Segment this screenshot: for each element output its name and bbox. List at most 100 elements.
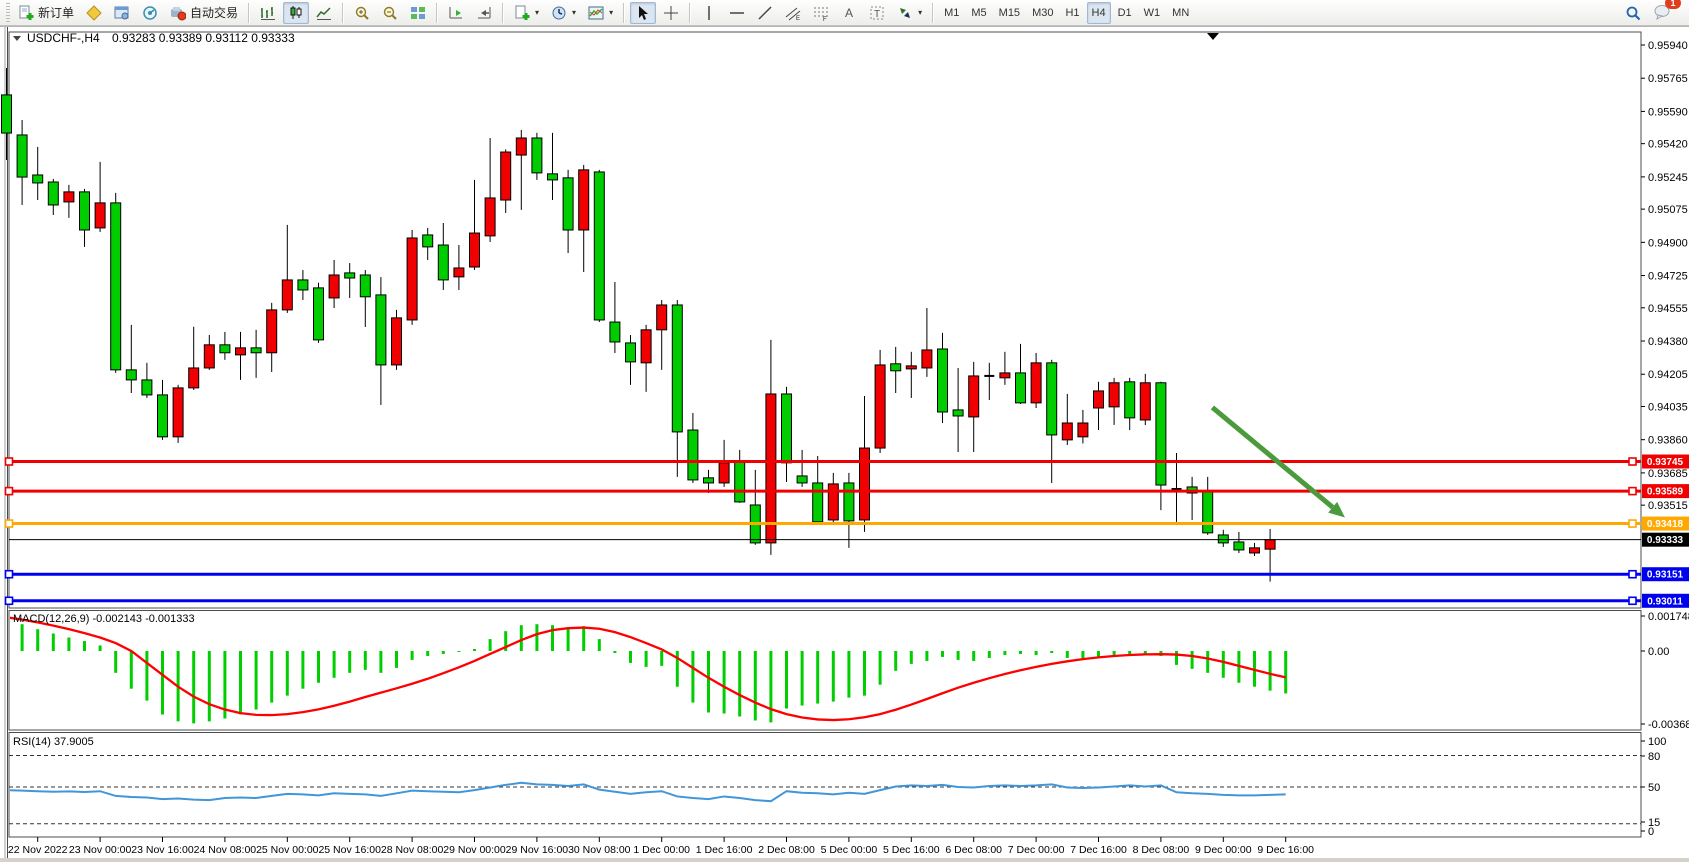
hline-handle[interactable] bbox=[1629, 488, 1636, 495]
timeframe-M5[interactable]: M5 bbox=[966, 2, 991, 24]
fibonacci-tool-button[interactable]: F bbox=[808, 2, 834, 24]
text-tool-button[interactable]: A bbox=[836, 2, 862, 24]
svg-text:0.93685: 0.93685 bbox=[1648, 468, 1688, 480]
trendline-icon bbox=[757, 5, 773, 21]
auto-trading-label: 自动交易 bbox=[190, 4, 238, 21]
indicator-template-button[interactable]: ▾ bbox=[583, 2, 618, 24]
arrows-tool-button[interactable]: ▾ bbox=[892, 2, 927, 24]
equidistant-channel-tool-button[interactable]: E bbox=[780, 2, 806, 24]
mt4-terminal: 0.959400.957650.955900.954200.952450.950… bbox=[0, 0, 1689, 862]
arrows-icon bbox=[897, 5, 913, 21]
svg-text:29 Nov 16:00: 29 Nov 16:00 bbox=[506, 844, 569, 856]
chart-area[interactable]: 0.959400.957650.955900.954200.952450.950… bbox=[0, 0, 1689, 862]
timeframe-M15[interactable]: M15 bbox=[994, 2, 1025, 24]
hline-handle[interactable] bbox=[6, 571, 13, 578]
timeframe-M1[interactable]: M1 bbox=[939, 2, 964, 24]
hline-handle[interactable] bbox=[6, 597, 13, 604]
zoom-in-icon bbox=[354, 5, 370, 21]
svg-text:8 Dec 08:00: 8 Dec 08:00 bbox=[1133, 844, 1190, 856]
crosshair-icon bbox=[663, 5, 679, 21]
timeframe-H1[interactable]: H1 bbox=[1060, 2, 1084, 24]
hline-handle[interactable] bbox=[1629, 520, 1636, 527]
toolbar-separator bbox=[502, 3, 504, 23]
svg-text:F: F bbox=[823, 17, 827, 21]
bar-chart-icon bbox=[260, 5, 276, 21]
svg-text:25 Nov 00:00: 25 Nov 00:00 bbox=[256, 844, 319, 856]
toolbar-separator bbox=[689, 3, 691, 23]
hline-handle[interactable] bbox=[6, 520, 13, 527]
svg-text:0.93860: 0.93860 bbox=[1648, 435, 1688, 447]
timeframe-D1[interactable]: D1 bbox=[1113, 2, 1137, 24]
timeframe-M30[interactable]: M30 bbox=[1027, 2, 1058, 24]
hline-handle[interactable] bbox=[6, 488, 13, 495]
terminal-button[interactable] bbox=[109, 2, 135, 24]
line-chart-button[interactable] bbox=[311, 2, 337, 24]
svg-text:6 Dec 08:00: 6 Dec 08:00 bbox=[945, 844, 1002, 856]
cursor-button[interactable] bbox=[630, 2, 656, 24]
new-chart-button[interactable]: ▾ bbox=[509, 2, 544, 24]
zoom-in-button[interactable] bbox=[349, 2, 375, 24]
svg-text:0.94380: 0.94380 bbox=[1648, 336, 1688, 348]
svg-text:0: 0 bbox=[1648, 826, 1654, 838]
svg-text:T: T bbox=[874, 9, 880, 20]
bar-chart-button[interactable] bbox=[255, 2, 281, 24]
new-order-button[interactable]: 新订单 bbox=[13, 2, 79, 24]
metaeditor-icon bbox=[86, 5, 102, 21]
auto-trading-button[interactable]: 自动交易 bbox=[165, 2, 243, 24]
line-chart-icon bbox=[316, 5, 332, 21]
rsi-label: RSI(14) 37.9005 bbox=[13, 736, 94, 748]
strategy-tester-button[interactable] bbox=[137, 2, 163, 24]
svg-text:0.95245: 0.95245 bbox=[1648, 172, 1688, 184]
svg-text:23 Nov 16:00: 23 Nov 16:00 bbox=[131, 844, 194, 856]
svg-text:0.95940: 0.95940 bbox=[1648, 40, 1688, 52]
svg-text:0.00: 0.00 bbox=[1648, 646, 1669, 658]
svg-text:0.95420: 0.95420 bbox=[1648, 139, 1688, 151]
zoom-out-button[interactable] bbox=[377, 2, 403, 24]
fibonacci-icon: F bbox=[813, 5, 829, 21]
search-button[interactable] bbox=[1620, 2, 1646, 24]
toolbar-separator bbox=[623, 3, 625, 23]
terminal-icon bbox=[114, 5, 130, 21]
svg-text:29 Nov 00:00: 29 Nov 00:00 bbox=[443, 844, 506, 856]
search-icon bbox=[1625, 5, 1641, 21]
svg-text:24 Nov 08:00: 24 Nov 08:00 bbox=[194, 844, 257, 856]
horizontal-line-tool-button[interactable] bbox=[724, 2, 750, 24]
tile-windows-button[interactable] bbox=[405, 2, 431, 24]
svg-text:7 Dec 16:00: 7 Dec 16:00 bbox=[1070, 844, 1127, 856]
svg-text:0.94035: 0.94035 bbox=[1648, 401, 1688, 413]
candlestick-chart-button[interactable] bbox=[283, 2, 309, 24]
svg-text:0.94900: 0.94900 bbox=[1648, 237, 1688, 249]
svg-text:2 Dec 08:00: 2 Dec 08:00 bbox=[758, 844, 815, 856]
text-label-tool-button[interactable]: T bbox=[864, 2, 890, 24]
chart-shift-button[interactable] bbox=[471, 2, 497, 24]
svg-text:80: 80 bbox=[1648, 751, 1660, 763]
vertical-line-tool-button[interactable] bbox=[696, 2, 722, 24]
hline-handle[interactable] bbox=[1629, 597, 1636, 604]
crosshair-button[interactable] bbox=[658, 2, 684, 24]
zoom-out-icon bbox=[382, 5, 398, 21]
timeframe-H4[interactable]: H4 bbox=[1087, 2, 1111, 24]
metaeditor-button[interactable] bbox=[81, 2, 107, 24]
strategy-tester-icon bbox=[142, 5, 158, 21]
svg-text:A: A bbox=[845, 6, 853, 20]
chart-title-symbol: USDCHF-,H4 bbox=[27, 31, 100, 45]
svg-text:0.93333: 0.93333 bbox=[1647, 535, 1684, 546]
svg-text:28 Nov 08:00: 28 Nov 08:00 bbox=[381, 844, 444, 856]
toolbar-separator bbox=[932, 3, 934, 23]
svg-text:100: 100 bbox=[1648, 736, 1666, 748]
svg-text:0.94555: 0.94555 bbox=[1648, 303, 1688, 315]
timeframe-W1[interactable]: W1 bbox=[1139, 2, 1166, 24]
svg-text:0.95765: 0.95765 bbox=[1648, 73, 1688, 85]
trendline-tool-button[interactable] bbox=[752, 2, 778, 24]
hline-handle[interactable] bbox=[1629, 571, 1636, 578]
svg-text:-0.00368: -0.00368 bbox=[1648, 719, 1689, 731]
timeframe-MN[interactable]: MN bbox=[1167, 2, 1194, 24]
profiles-button[interactable]: ▾ bbox=[546, 2, 581, 24]
dropdown-caret: ▾ bbox=[535, 8, 539, 17]
toolbar-separator bbox=[248, 3, 250, 23]
hline-handle[interactable] bbox=[1629, 458, 1636, 465]
toolbar: 新订单 自动交易 bbox=[0, 0, 1689, 26]
notifications-button[interactable]: 1 bbox=[1648, 1, 1674, 23]
hline-handle[interactable] bbox=[6, 458, 13, 465]
auto-scroll-button[interactable] bbox=[443, 2, 469, 24]
